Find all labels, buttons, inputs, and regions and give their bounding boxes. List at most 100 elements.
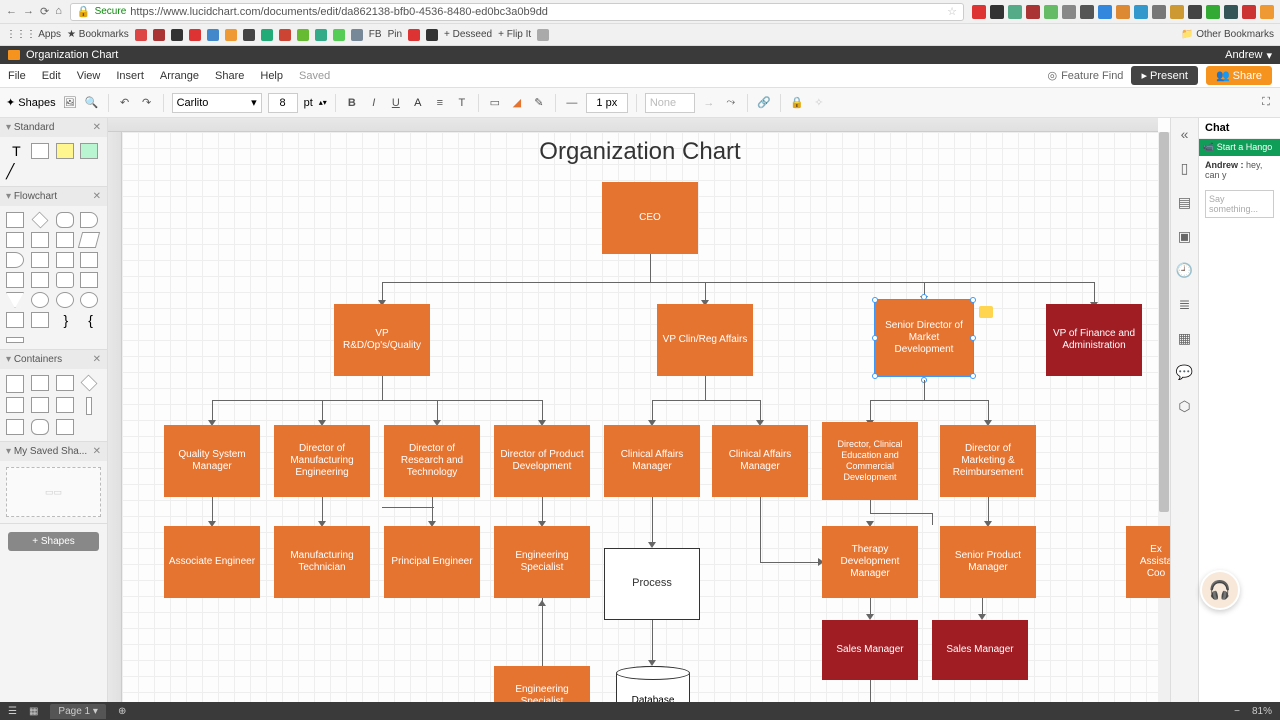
menu-file[interactable]: File: [8, 70, 26, 82]
shape[interactable]: [80, 272, 98, 288]
bookmark-icon[interactable]: [225, 29, 237, 41]
folder-icon[interactable]: [8, 50, 20, 60]
bookmarks-folder[interactable]: ★ Bookmarks: [67, 29, 129, 40]
fill-rect-icon[interactable]: ▭: [487, 95, 503, 111]
italic-button[interactable]: I: [366, 95, 382, 111]
shape[interactable]: [6, 212, 24, 228]
shape[interactable]: [6, 419, 24, 435]
link-icon[interactable]: 🔗: [756, 95, 772, 111]
panel-saved-head[interactable]: ▾ My Saved Sha... ✕: [0, 442, 107, 461]
shape[interactable]: [56, 232, 74, 248]
redo-icon[interactable]: ↷: [139, 95, 155, 111]
shape[interactable]: [81, 375, 98, 392]
node-pe[interactable]: Principal Engineer: [384, 526, 480, 598]
underline-button[interactable]: U: [388, 95, 404, 111]
close-icon[interactable]: ✕: [93, 191, 101, 202]
ext-icon[interactable]: [1152, 5, 1166, 19]
bookmark-icon[interactable]: [297, 29, 309, 41]
layers-icon[interactable]: ≣: [1177, 296, 1193, 312]
ext-icon[interactable]: [1026, 5, 1040, 19]
line-width-select[interactable]: 1 px: [586, 93, 628, 113]
shape[interactable]: [31, 232, 49, 248]
ext-icon[interactable]: [972, 5, 986, 19]
node-cam1[interactable]: Clinical Affairs Manager: [604, 425, 700, 497]
image-icon[interactable]: 🖼: [62, 95, 78, 111]
comment-icon[interactable]: 💬: [1177, 364, 1193, 380]
close-icon[interactable]: ✕: [93, 446, 101, 457]
present-icon[interactable]: ▣: [1177, 228, 1193, 244]
ext-icon[interactable]: [990, 5, 1004, 19]
shapes-toggle[interactable]: ✦ Shapes: [6, 96, 56, 109]
shape[interactable]: [56, 419, 74, 435]
bookmark-icon[interactable]: [243, 29, 255, 41]
node-sm2[interactable]: Sales Manager: [932, 620, 1028, 680]
ext-icon[interactable]: [1098, 5, 1112, 19]
shape-note[interactable]: [56, 143, 74, 159]
bookmark-desseed[interactable]: + Desseed: [444, 29, 492, 40]
menu-edit[interactable]: Edit: [42, 70, 61, 82]
undo-icon[interactable]: ↶: [117, 95, 133, 111]
ext-icon[interactable]: [1062, 5, 1076, 19]
shape[interactable]: [6, 232, 24, 248]
bookmark-icon[interactable]: [333, 29, 345, 41]
node-es[interactable]: Engineering Specialist: [494, 526, 590, 598]
shape[interactable]: [80, 292, 98, 308]
bookmark-icon[interactable]: [153, 29, 165, 41]
user-menu[interactable]: Andrew▾: [1225, 49, 1272, 62]
add-shapes-button[interactable]: + Shapes: [8, 532, 99, 551]
shape[interactable]: [56, 252, 74, 268]
slides-icon[interactable]: ▤: [1177, 194, 1193, 210]
bold-button[interactable]: B: [344, 95, 360, 111]
shape[interactable]: [31, 375, 49, 391]
shape[interactable]: [80, 252, 98, 268]
ext-icon[interactable]: [1260, 5, 1274, 19]
bookmark-icon[interactable]: [171, 29, 183, 41]
saved-shape-preview[interactable]: ▭▭: [6, 467, 101, 517]
node-tdm[interactable]: Therapy Development Manager: [822, 526, 918, 598]
bookmark-icon[interactable]: [189, 29, 201, 41]
node-dpd[interactable]: Director of Product Development: [494, 425, 590, 497]
reload-icon[interactable]: ⟳: [40, 5, 49, 18]
panel-standard-head[interactable]: ▾ Standard ✕: [0, 118, 107, 137]
arrow-start-select[interactable]: None: [645, 93, 695, 113]
node-drt[interactable]: Director of Research and Technology: [384, 425, 480, 497]
bookmark-icon[interactable]: [351, 29, 363, 41]
hangout-bubble[interactable]: 🎧: [1200, 570, 1240, 610]
ext-icon[interactable]: [1044, 5, 1058, 19]
fill-bucket-icon[interactable]: ◢: [509, 95, 525, 111]
bookmark-icon[interactable]: [207, 29, 219, 41]
magic-icon[interactable]: ✧: [811, 95, 827, 111]
bookmark-icon[interactable]: [135, 29, 147, 41]
node-process[interactable]: Process: [604, 548, 700, 620]
shape[interactable]: [6, 252, 24, 268]
present-button[interactable]: ▸ Present: [1131, 66, 1198, 85]
node-ae[interactable]: Associate Engineer: [164, 526, 260, 598]
url-bar[interactable]: 🔒 Secure https://www.lucidchart.com/docu…: [70, 3, 964, 21]
shape[interactable]: [56, 272, 74, 288]
menu-insert[interactable]: Insert: [116, 70, 144, 82]
search-icon[interactable]: 🔍: [84, 95, 100, 111]
bookmark-pin[interactable]: Pin: [388, 29, 402, 40]
close-icon[interactable]: ✕: [93, 354, 101, 365]
forward-icon[interactable]: →: [23, 5, 34, 18]
shape[interactable]: [6, 337, 24, 343]
outline-icon[interactable]: ☰: [8, 706, 17, 717]
text-options-icon[interactable]: T: [454, 95, 470, 111]
data-icon[interactable]: ⬡: [1177, 398, 1193, 414]
node-dmr[interactable]: Director of Marketing & Reimbursement: [940, 425, 1036, 497]
node-vp-finance[interactable]: VP of Finance and Administration: [1046, 304, 1142, 376]
bookmark-fb[interactable]: FB: [369, 29, 382, 40]
align-icon[interactable]: ≡: [432, 95, 448, 111]
shape[interactable]: [6, 292, 24, 308]
add-page-button[interactable]: ⊕: [118, 706, 126, 717]
history-icon[interactable]: 🕘: [1177, 262, 1193, 278]
shape[interactable]: [31, 292, 49, 308]
ext-icon[interactable]: [1134, 5, 1148, 19]
arrow-line-icon[interactable]: →: [701, 95, 717, 111]
bookmark-flipit[interactable]: + Flip It: [498, 29, 531, 40]
node-cam2[interactable]: Clinical Affairs Manager: [712, 425, 808, 497]
menu-help[interactable]: Help: [260, 70, 283, 82]
shape[interactable]: [31, 212, 48, 229]
share-button[interactable]: 👥 Share: [1206, 66, 1272, 85]
menu-arrange[interactable]: Arrange: [160, 70, 199, 82]
